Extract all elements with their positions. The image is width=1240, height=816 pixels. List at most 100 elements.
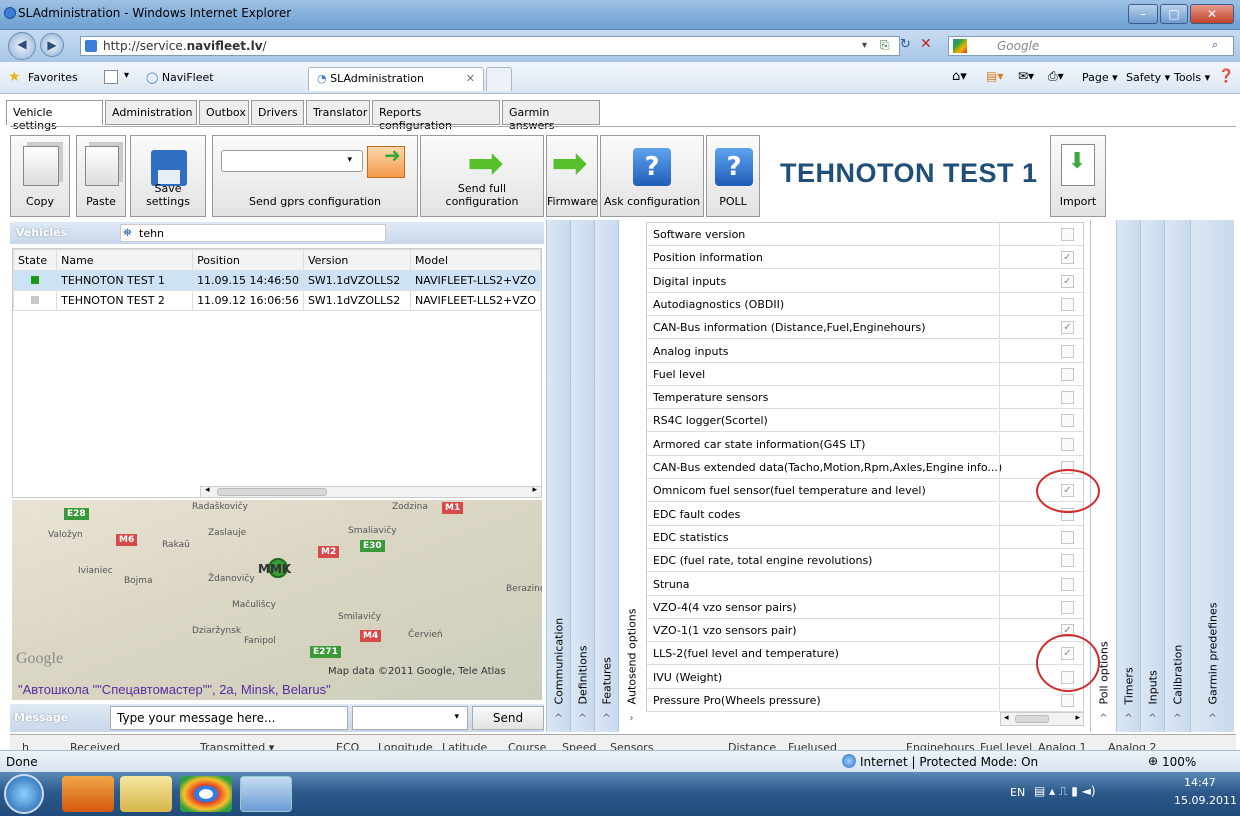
media-player-icon[interactable] (62, 776, 114, 812)
save-settings-button[interactable]: Save settings (130, 135, 206, 217)
scroll-left-icon[interactable]: ◂ (1004, 713, 1009, 723)
option-checkbox[interactable] (1061, 600, 1074, 614)
grid-column-header[interactable]: Fuel level (980, 741, 1032, 750)
option-checkbox[interactable]: ✓ (1061, 321, 1074, 335)
send-full-configuration-button[interactable]: ➡ Send full configuration (420, 135, 544, 217)
option-checkbox[interactable] (1061, 391, 1074, 405)
grid-column-header[interactable]: Sensors (610, 741, 653, 750)
gprs-select[interactable]: ▾ (221, 150, 363, 172)
tray-icons[interactable]: ▤ ▴ ⎍ ▮ ◄) (1034, 784, 1096, 799)
back-button[interactable]: ◀ (8, 32, 36, 60)
option-checkbox[interactable] (1061, 554, 1074, 568)
close-button[interactable]: ✕ (1190, 4, 1234, 24)
option-checkbox[interactable]: ✓ (1061, 251, 1074, 265)
feeds-icon[interactable]: ▤▾ (986, 69, 1003, 83)
option-checkbox[interactable] (1061, 297, 1074, 311)
grid-column-header[interactable]: h (22, 741, 29, 750)
option-checkbox[interactable] (1061, 530, 1074, 544)
option-row[interactable]: Position information ✓ (647, 246, 1083, 270)
option-row[interactable]: Struna (647, 572, 1083, 596)
explorer-folder-icon[interactable] (120, 776, 172, 812)
option-checkbox[interactable] (1061, 367, 1074, 381)
grid-column-header[interactable]: Course (508, 741, 546, 750)
grid-column-header[interactable]: Distance (728, 741, 776, 750)
send-gprs-configuration-button[interactable]: ▾ ➜ Send gprs configuration (212, 135, 418, 217)
map[interactable]: E28 M6 M2 E30 M1 M4 E271 Radaškovičy Val… (12, 500, 542, 700)
poll-button[interactable]: ? POLL (706, 135, 760, 217)
scroll-thumb[interactable] (1015, 715, 1049, 723)
tab-inputs[interactable]: Inputs ^ (1140, 220, 1164, 732)
tools-menu[interactable]: Tools ▾ (1174, 71, 1210, 84)
firmware-button[interactable]: ➡ Firmware (546, 135, 598, 217)
option-row[interactable]: Temperature sensors (647, 386, 1083, 410)
tab-close-icon[interactable]: ✕ (466, 72, 475, 85)
grid-column-header[interactable]: Latitude (442, 741, 487, 750)
zoom-icon[interactable]: ⊕ (1148, 754, 1158, 768)
grid-column-header[interactable]: Speed (562, 741, 596, 750)
tab-navifleet[interactable]: ◯ NaviFleet (138, 67, 308, 91)
tab-garmin-answers[interactable]: Garmin answers (502, 100, 600, 132)
tab-communication[interactable]: Communication ^ (546, 220, 570, 732)
help-icon[interactable]: ❓ (1218, 69, 1234, 84)
grid-column-header[interactable]: Fuelused (788, 741, 837, 750)
option-checkbox[interactable] (1061, 694, 1074, 707)
option-checkbox[interactable] (1061, 228, 1074, 241)
tab-outbox[interactable]: Outbox (199, 100, 249, 125)
paste-button[interactable]: Paste (76, 135, 126, 217)
table-horizontal-scrollbar[interactable]: ◂ ▸ (200, 485, 542, 498)
option-row[interactable]: EDC (fuel rate, total engine revolutions… (647, 549, 1083, 573)
scroll-right-icon[interactable]: ▸ (532, 485, 537, 495)
option-checkbox[interactable] (1061, 344, 1074, 358)
option-row[interactable]: Fuel level (647, 362, 1083, 386)
scroll-left-icon[interactable]: ◂ (205, 485, 210, 495)
grid-column-header[interactable]: Analog 1 (1038, 741, 1087, 750)
compatibility-icon[interactable]: ⎘ (880, 38, 890, 53)
tab-calibration[interactable]: Calibration ^ (1164, 220, 1190, 732)
grid-column-header[interactable]: Analog 2 (1108, 741, 1157, 750)
col-model[interactable]: Model (409, 249, 542, 271)
option-row[interactable]: CAN-Bus extended data(Tacho,Motion,Rpm,A… (647, 456, 1083, 479)
option-checkbox[interactable] (1061, 414, 1074, 428)
page-menu[interactable]: Page ▾ (1082, 71, 1118, 84)
tab-garmin-predefines[interactable]: Garmin predefines ^ (1190, 220, 1234, 732)
options-horizontal-scrollbar[interactable]: ◂ ▸ (1000, 712, 1084, 726)
forward-button[interactable]: ▶ (40, 33, 64, 57)
option-checkbox[interactable] (1061, 437, 1074, 451)
grid-column-header[interactable]: Enginehours (906, 741, 975, 750)
message-input[interactable]: Type your message here... (110, 706, 348, 730)
tab-definitions[interactable]: Definitions ^ (570, 220, 594, 732)
stop-icon[interactable]: ✕ (920, 36, 932, 52)
tab-administration[interactable]: Administration (105, 100, 197, 125)
option-row[interactable]: Omnicom fuel sensor(fuel temperature and… (647, 479, 1083, 503)
option-row[interactable]: Software version (647, 223, 1083, 246)
option-row[interactable]: EDC statistics (647, 525, 1083, 549)
safety-menu[interactable]: Safety ▾ (1126, 71, 1170, 84)
zoom-level[interactable]: 100% (1162, 755, 1196, 769)
tab-translator[interactable]: Translator (306, 100, 370, 125)
option-row[interactable]: VZO-1(1 vzo sensors pair) ✓ (647, 619, 1083, 643)
ask-configuration-button[interactable]: ? Ask configuration (600, 135, 704, 217)
url-input[interactable]: http://service.navifleet.lv/ (80, 36, 900, 56)
vehicle-search-input[interactable]: ⛯ tehn (120, 224, 386, 242)
maximize-button[interactable]: □ (1160, 4, 1188, 24)
send-button[interactable]: Send (472, 706, 544, 730)
col-version[interactable]: Version (302, 249, 411, 271)
col-state[interactable]: State (12, 249, 58, 271)
import-button[interactable]: ⬇ Import (1050, 135, 1106, 217)
table-row[interactable]: TEHNOTON TEST 2 11.09.12 16:06:56 SW1.1d… (12, 290, 542, 311)
grid-column-header[interactable]: Transmitted ▾ (200, 741, 274, 750)
option-checkbox[interactable]: ✓ (1061, 274, 1074, 288)
tab-timers[interactable]: Timers ^ (1116, 220, 1140, 732)
dropdown-icon[interactable]: ▾ (862, 40, 867, 51)
tab-reports-configuration[interactable]: Reports configuration (372, 100, 500, 132)
search-go-icon[interactable]: ⌕ (1212, 38, 1218, 52)
option-row[interactable]: Analog inputs (647, 339, 1083, 363)
language-indicator[interactable]: EN (1010, 786, 1025, 799)
print-icon[interactable]: ⎙▾ (1048, 69, 1064, 84)
option-row[interactable]: IVU (Weight) (647, 665, 1083, 689)
quick-tabs-icon[interactable] (104, 70, 118, 84)
option-row[interactable]: Digital inputs ✓ (647, 269, 1083, 293)
favorites-button[interactable]: Favorites (28, 71, 78, 84)
search-input[interactable]: Google (948, 36, 1234, 56)
option-row[interactable]: RS4C logger(Scortel) (647, 409, 1083, 433)
